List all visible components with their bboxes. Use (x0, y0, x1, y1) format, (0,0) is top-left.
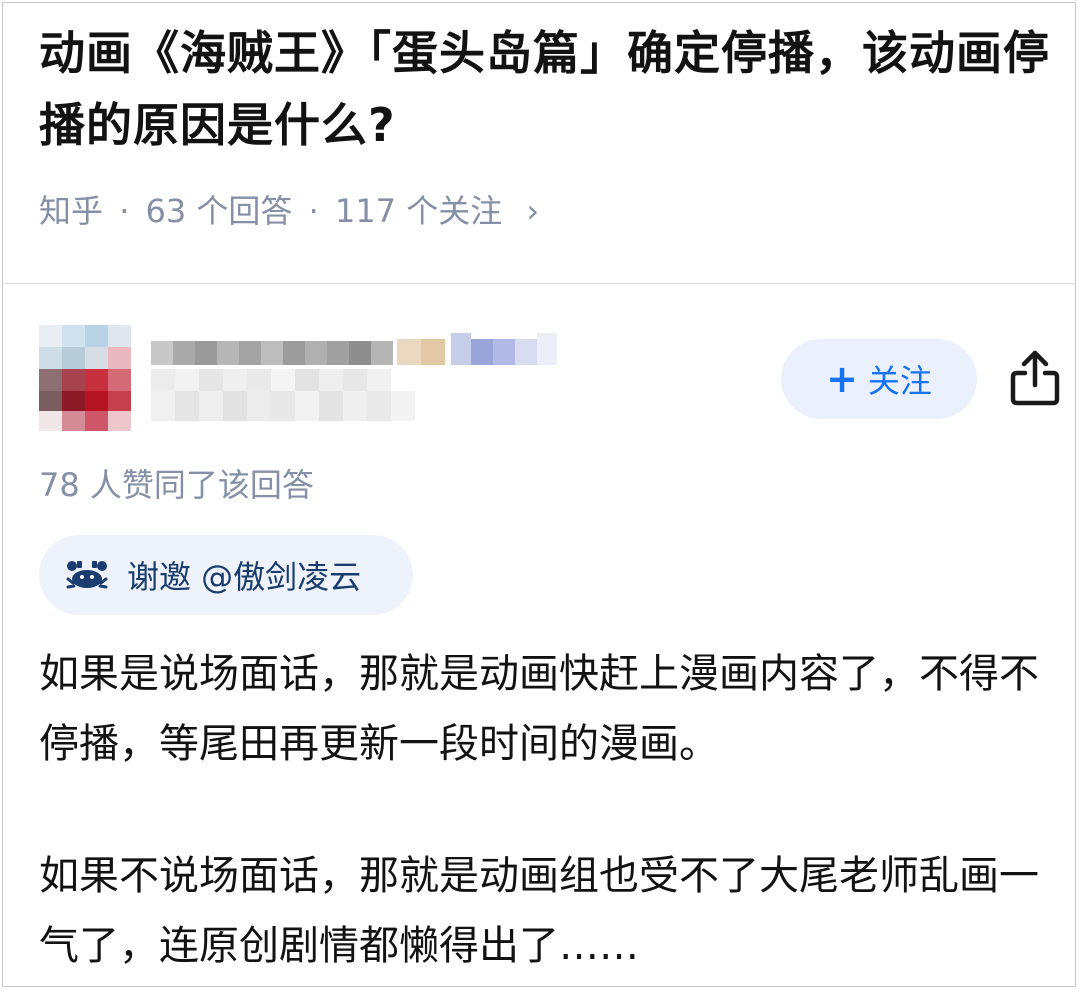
page-frame: 动画《海贼王》「蛋头岛篇」确定停播，该动画停播的原因是什么? 知乎 · 63 个… (2, 2, 1076, 987)
follow-label: 关注 (867, 362, 932, 400)
avatar[interactable] (39, 325, 131, 431)
meta-separator: · (308, 192, 319, 230)
plus-icon: + (826, 357, 858, 401)
answer-paragraph: 如果是说场面话，那就是动画快赶上漫画内容了，不得不停播，等尾田再更新一段时间的漫… (39, 651, 1039, 767)
invite-chip[interactable]: 谢邀 @傲剑凌云 (39, 535, 413, 615)
meta-separator: · (119, 192, 130, 230)
crab-icon (66, 561, 108, 589)
question-header[interactable]: 动画《海贼王》「蛋头岛篇」确定停播，该动画停播的原因是什么? 知乎 · 63 个… (3, 3, 1075, 284)
question-meta[interactable]: 知乎 · 63 个回答 · 117 个关注 › (39, 187, 539, 235)
question-title[interactable]: 动画《海贼王》「蛋头岛篇」确定停播，该动画停播的原因是什么? (39, 17, 1059, 161)
share-icon (1010, 350, 1060, 406)
vote-count: 78 人赞同了该回答 (39, 466, 314, 504)
answer-paragraph: 如果不说场面话，那就是动画组也受不了大尾老师乱画一气了，连原创剧情都懒得出了…… (39, 853, 1039, 969)
author-name[interactable] (151, 325, 611, 431)
source-label: 知乎 (39, 192, 104, 230)
follow-button[interactable]: + 关注 (781, 339, 977, 419)
invite-text: 谢邀 @傲剑凌云 (127, 558, 362, 596)
answer-count: 63 个回答 (145, 192, 293, 230)
chevron-right-icon: › (526, 192, 540, 230)
share-button[interactable] (1007, 347, 1063, 407)
follower-count: 117 个关注 (334, 192, 503, 230)
answer-content[interactable]: 如果是说场面话，那就是动画快赶上漫画内容了，不得不停播，等尾田再更新一段时间的漫… (39, 639, 1059, 981)
